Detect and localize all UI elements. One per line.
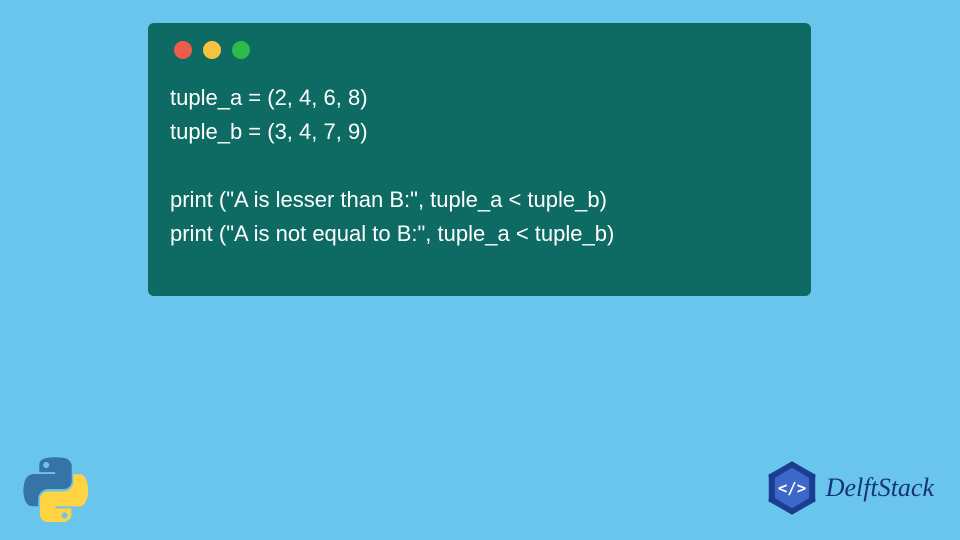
- brand: </> DelftStack: [764, 460, 934, 516]
- svg-text:</>: </>: [778, 479, 806, 498]
- window-controls: [174, 41, 789, 59]
- close-icon: [174, 41, 192, 59]
- delftstack-icon: </>: [764, 460, 820, 516]
- code-line: tuple_b = (3, 4, 7, 9): [170, 119, 368, 144]
- minimize-icon: [203, 41, 221, 59]
- code-line: tuple_a = (2, 4, 6, 8): [170, 85, 368, 110]
- code-window: tuple_a = (2, 4, 6, 8) tuple_b = (3, 4, …: [148, 23, 811, 296]
- maximize-icon: [232, 41, 250, 59]
- code-line: print ("A is lesser than B:", tuple_a < …: [170, 187, 607, 212]
- code-block: tuple_a = (2, 4, 6, 8) tuple_b = (3, 4, …: [170, 81, 789, 251]
- brand-name: DelftStack: [826, 473, 934, 503]
- code-line: print ("A is not equal to B:", tuple_a <…: [170, 221, 614, 246]
- python-icon: [22, 456, 88, 522]
